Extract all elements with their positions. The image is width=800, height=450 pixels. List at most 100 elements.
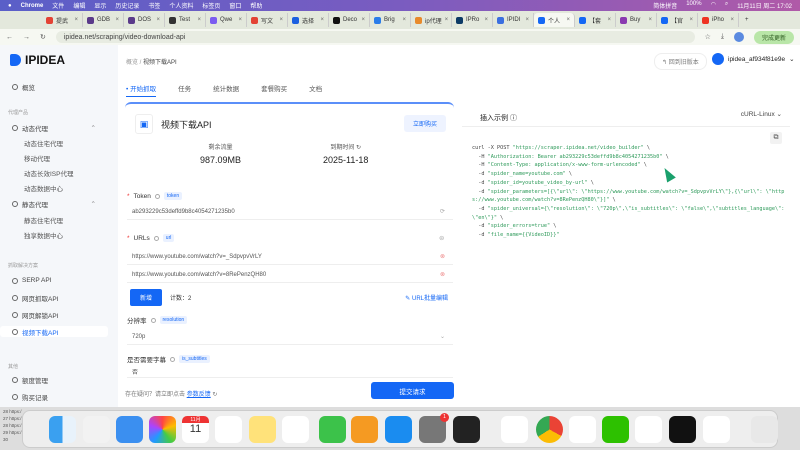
browser-tab[interactable]: ip代理 × [411, 13, 452, 27]
clock[interactable]: 11月11日 周二 17:02 [737, 1, 792, 10]
breadcrumb-root[interactable]: 概览 [126, 60, 138, 66]
battery[interactable]: 100% [686, 1, 701, 10]
launchpad-app-icon[interactable] [83, 416, 110, 443]
sidebar-item-dynamic-0[interactable]: 动态住宅代理 [0, 137, 118, 148]
input-method[interactable]: 简体拼音 [653, 1, 677, 10]
refresh-token-icon[interactable]: ⟳ [440, 208, 445, 215]
system-settings-app-icon[interactable]: 1 [419, 413, 449, 443]
close-tab-icon[interactable]: × [607, 17, 611, 23]
close-tab-icon[interactable]: × [566, 17, 570, 23]
menu-4[interactable]: 书签 [148, 1, 160, 10]
forward-icon[interactable]: → [23, 34, 30, 41]
trash-app-icon[interactable] [751, 416, 778, 443]
example-tab[interactable]: 插入示例 ⓘ [474, 110, 523, 126]
close-tab-icon[interactable]: × [484, 17, 488, 23]
finder-app-icon[interactable] [49, 416, 76, 443]
brand-logo[interactable]: IPIDEA [10, 53, 65, 67]
close-tab-icon[interactable]: × [402, 17, 406, 23]
browser-tab[interactable]: Buy × [616, 13, 657, 27]
help-icon[interactable] [150, 317, 156, 323]
add-url-button[interactable]: 新增 [130, 289, 163, 306]
mail-app-icon[interactable] [116, 416, 143, 443]
tab-2[interactable]: 统计数据 [213, 83, 239, 97]
close-tab-icon[interactable]: × [320, 17, 324, 23]
wechat-app-icon[interactable] [602, 416, 629, 443]
sidebar-item-other-1[interactable]: 购买记录 [0, 391, 118, 402]
submit-button[interactable]: 提交请求 [371, 382, 454, 399]
buy-now-button[interactable]: 立即购买 [403, 115, 446, 132]
tab-1[interactable]: 任务 [178, 83, 191, 97]
delete-icon[interactable]: ⊗ [440, 253, 445, 260]
browser-tab[interactable]: Test × [165, 13, 206, 27]
close-tab-icon[interactable]: × [730, 17, 734, 23]
clear-all-icon[interactable]: ⊜ [439, 234, 444, 242]
photos-app-icon[interactable] [149, 416, 176, 443]
reminders-app-icon[interactable] [215, 416, 242, 443]
close-tab-icon[interactable]: × [115, 17, 119, 23]
close-tab-icon[interactable]: × [279, 17, 283, 23]
sidebar-item-scrape-0[interactable]: SERP API [0, 275, 118, 286]
menu-1[interactable]: 编辑 [73, 1, 85, 10]
browser-tab[interactable]: 提武 × [42, 13, 83, 27]
resolution-select[interactable]: 720p ⌄ [127, 329, 453, 345]
old-version-button[interactable]: ↰ 回到旧版本 [654, 53, 707, 70]
menu-7[interactable]: 窗口 [229, 1, 241, 10]
sidebar-item-scrape-1[interactable]: 网页抓取API [0, 292, 118, 303]
calendar-app-icon[interactable]: 11月 11 [182, 416, 209, 443]
browser-tab[interactable]: GDB × [83, 13, 124, 27]
profile-icon[interactable] [733, 32, 744, 42]
menu-2[interactable]: 显示 [94, 1, 106, 10]
search-icon[interactable]: ⌕ [725, 1, 728, 10]
apple-icon[interactable]: ● [8, 3, 12, 9]
browser-tab[interactable]: 个人 × [534, 13, 575, 27]
close-tab-icon[interactable]: × [361, 17, 365, 23]
wifi-icon[interactable]: ◠ [711, 1, 716, 10]
capcut-app-icon[interactable] [669, 416, 696, 443]
pages-app-icon[interactable] [351, 416, 378, 443]
update-button[interactable]: 完成更新 [753, 30, 794, 44]
chevron-up-icon[interactable]: ⌃ [91, 200, 96, 208]
menu-6[interactable]: 标签页 [202, 1, 220, 10]
sidebar-item-scrape-3[interactable]: 视频下载API [0, 326, 108, 337]
menu-app-name[interactable]: Chrome [21, 3, 44, 9]
browser-tab[interactable]: iPho × [698, 13, 739, 27]
menu-3[interactable]: 历史记录 [115, 1, 139, 10]
sidebar-item-dynamic[interactable]: 动态代理 ⌃ [0, 122, 118, 133]
token-input[interactable]: ab293229c53deffd9b8c4054271235b0 ⟳ [127, 204, 453, 220]
sidebar-item-overview[interactable]: 概览 [0, 81, 118, 92]
close-tab-icon[interactable]: × [74, 17, 78, 23]
numbers-app-icon[interactable] [319, 416, 346, 443]
close-tab-icon[interactable]: × [525, 17, 529, 23]
browser-tab[interactable]: 【官 × [657, 13, 698, 27]
download-icon[interactable]: ⤓ [721, 33, 724, 41]
delete-icon[interactable]: ⊗ [440, 271, 445, 278]
wps-app-icon[interactable] [569, 416, 596, 443]
tab-4[interactable]: 文档 [309, 83, 322, 97]
sidebar-item-other-0[interactable]: 额度管理 [0, 374, 118, 385]
browser-tab[interactable]: 【套 × [575, 13, 616, 27]
vscode-app-icon[interactable] [635, 416, 662, 443]
close-tab-icon[interactable]: × [689, 17, 693, 23]
chevron-up-icon[interactable]: ⌃ [91, 124, 96, 132]
sidebar-item-dynamic-2[interactable]: 动态长效ISP代理 [0, 167, 118, 178]
app-store-app-icon[interactable] [385, 416, 412, 443]
tab-0[interactable]: • 开始抓取 [126, 83, 157, 97]
browser-tab[interactable]: 选择 × [288, 13, 329, 27]
menu-5[interactable]: 个人资料 [169, 1, 193, 10]
url-input[interactable]: ipidea.net/scraping/video-download-api [55, 31, 695, 43]
typora-app-icon[interactable] [501, 416, 528, 443]
browser-tab[interactable]: Deco × [329, 13, 370, 27]
browser-tab[interactable]: IPIDI × [493, 13, 534, 27]
sidebar-item-static-0[interactable]: 静态住宅代理 [0, 214, 118, 225]
user-menu[interactable]: ipidea_af934f81e9e ⌄ [712, 53, 795, 65]
rocket-app-icon[interactable] [703, 416, 730, 443]
browser-tab[interactable]: DOS × [124, 13, 165, 27]
browser-tab[interactable]: Brig × [370, 13, 411, 27]
sidebar-item-static-1[interactable]: 独享数据中心 [0, 229, 118, 240]
url-input-1[interactable]: https://www.youtube.com/watch?v=_SdpvpvV… [127, 249, 453, 265]
copy-icon[interactable]: ⧉ [770, 132, 782, 144]
close-tab-icon[interactable]: × [197, 17, 201, 23]
notes-app-icon[interactable] [249, 416, 276, 443]
batch-edit-button[interactable]: ✎ URL批量编辑 [405, 293, 448, 302]
language-select[interactable]: cURL-Linux ⌄ [741, 110, 782, 118]
